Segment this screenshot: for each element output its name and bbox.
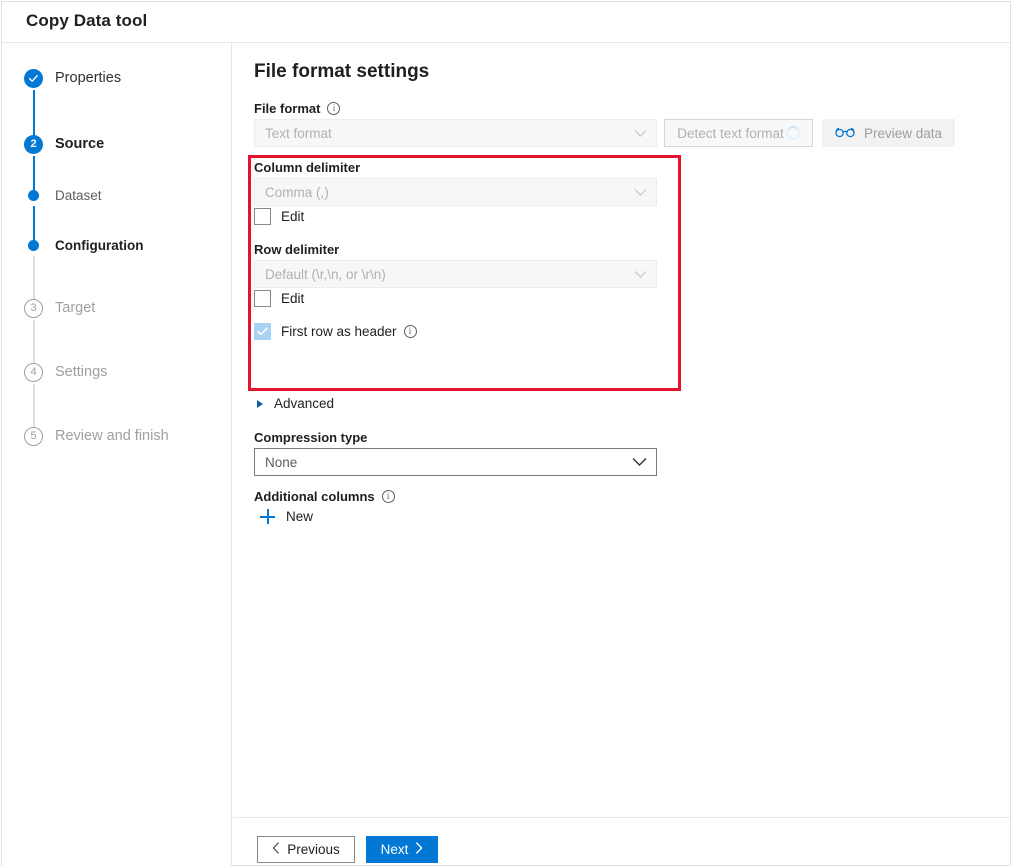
chevron-right-icon xyxy=(415,842,423,857)
column-delimiter-label: Column delimiter xyxy=(254,160,360,175)
footer-divider xyxy=(233,817,1010,818)
sidebar-step-label-properties: Properties xyxy=(55,70,121,86)
page-title: File format settings xyxy=(254,61,429,83)
step-number-badge-4: 4 xyxy=(24,363,43,382)
window-title: Copy Data tool xyxy=(26,11,147,31)
additional-columns-label-text: Additional columns xyxy=(254,489,375,504)
step-dot-icon-dataset xyxy=(24,186,43,205)
sidebar-step-configuration[interactable]: Configuration xyxy=(24,233,143,257)
chevron-left-icon xyxy=(272,842,280,857)
row-delimiter-edit-label: Edit xyxy=(281,291,304,306)
row-delimiter-edit-checkbox[interactable]: Edit xyxy=(254,290,304,307)
column-delimiter-edit-label: Edit xyxy=(281,209,304,224)
sidebar-step-target[interactable]: 3 Target xyxy=(24,296,95,320)
wizard-step-list: Properties 2 Source Dataset Configuratio… xyxy=(2,43,231,866)
window-titlebar: Copy Data tool xyxy=(2,2,1010,43)
sidebar-step-label-configuration: Configuration xyxy=(55,238,143,253)
wizard-sidebar: Properties 2 Source Dataset Configuratio… xyxy=(2,43,232,866)
plus-icon xyxy=(260,509,275,524)
next-button[interactable]: Next xyxy=(366,836,438,863)
advanced-expander[interactable]: Advanced xyxy=(257,396,334,411)
first-row-as-header-label: First row as header xyxy=(281,324,397,339)
row-delimiter-value: Default (\r,\n, or \r\n) xyxy=(265,267,386,282)
info-icon[interactable]: i xyxy=(327,102,340,115)
column-delimiter-edit-checkbox[interactable]: Edit xyxy=(254,208,304,225)
sidebar-step-label-settings: Settings xyxy=(55,364,107,380)
info-icon[interactable]: i xyxy=(382,490,395,503)
checkbox-checked-icon xyxy=(254,323,271,340)
sidebar-step-label-review-and-finish: Review and finish xyxy=(55,428,169,444)
compression-type-value: None xyxy=(265,455,297,470)
next-label: Next xyxy=(381,842,409,857)
step-number-badge-5: 5 xyxy=(24,427,43,446)
advanced-label: Advanced xyxy=(274,396,334,411)
chevron-down-icon xyxy=(632,455,647,470)
chevron-down-icon xyxy=(634,126,647,141)
row-delimiter-select[interactable]: Default (\r,\n, or \r\n) xyxy=(254,260,657,288)
sidebar-step-label-target: Target xyxy=(55,300,95,316)
previous-label: Previous xyxy=(287,842,340,857)
row-delimiter-label: Row delimiter xyxy=(254,242,339,257)
step-completed-check-icon xyxy=(24,69,43,88)
preview-data-label: Preview data xyxy=(864,126,942,141)
file-format-value: Text format xyxy=(265,126,332,141)
loading-spinner-icon xyxy=(786,126,800,140)
checkbox-box-icon xyxy=(254,290,271,307)
file-format-label: File format i xyxy=(254,101,340,116)
add-new-column-label: New xyxy=(286,509,313,524)
sidebar-step-label-dataset: Dataset xyxy=(55,188,102,203)
column-delimiter-value: Comma (,) xyxy=(265,185,329,200)
sidebar-step-properties[interactable]: Properties xyxy=(24,66,121,90)
sidebar-step-source[interactable]: 2 Source xyxy=(24,132,104,156)
main-panel: File format settings File format i Text … xyxy=(233,43,1010,865)
step-dot-icon-configuration xyxy=(24,236,43,255)
row-delimiter-label-text: Row delimiter xyxy=(254,242,339,257)
compression-type-label-text: Compression type xyxy=(254,430,367,445)
checkbox-box-icon xyxy=(254,208,271,225)
sidebar-step-dataset[interactable]: Dataset xyxy=(24,183,102,207)
sidebar-step-review-and-finish[interactable]: 5 Review and finish xyxy=(24,424,169,448)
first-row-as-header-checkbox[interactable]: First row as header i xyxy=(254,323,417,340)
file-format-select[interactable]: Text format xyxy=(254,119,657,147)
add-new-column-button[interactable]: New xyxy=(260,509,313,524)
glasses-icon xyxy=(835,126,855,141)
preview-data-button[interactable]: Preview data xyxy=(822,119,955,147)
chevron-down-icon xyxy=(634,185,647,200)
detect-text-format-button[interactable]: Detect text format xyxy=(664,119,813,147)
sidebar-step-settings[interactable]: 4 Settings xyxy=(24,360,107,384)
file-format-label-text: File format xyxy=(254,101,320,116)
compression-type-select[interactable]: None xyxy=(254,448,657,476)
step-number-badge-3: 3 xyxy=(24,299,43,318)
chevron-right-icon xyxy=(257,400,263,408)
info-icon[interactable]: i xyxy=(404,325,417,338)
column-delimiter-select[interactable]: Comma (,) xyxy=(254,178,657,206)
chevron-down-icon xyxy=(634,267,647,282)
additional-columns-label: Additional columns i xyxy=(254,489,395,504)
copy-data-tool-window: Copy Data tool Properties 2 xyxy=(1,1,1011,866)
column-delimiter-label-text: Column delimiter xyxy=(254,160,360,175)
compression-type-label: Compression type xyxy=(254,430,367,445)
step-number-badge-2: 2 xyxy=(24,135,43,154)
previous-button[interactable]: Previous xyxy=(257,836,355,863)
detect-text-format-label: Detect text format xyxy=(677,126,784,141)
sidebar-step-label-source: Source xyxy=(55,136,104,152)
